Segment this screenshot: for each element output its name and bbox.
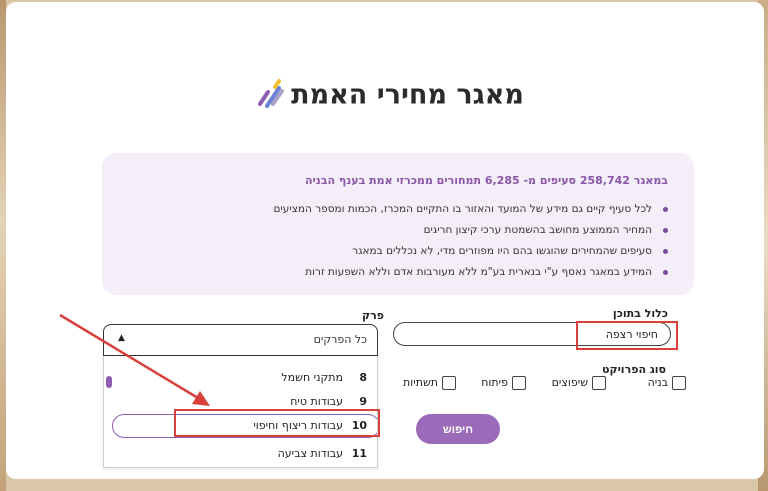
annotation-arrow-icon — [59, 313, 210, 406]
